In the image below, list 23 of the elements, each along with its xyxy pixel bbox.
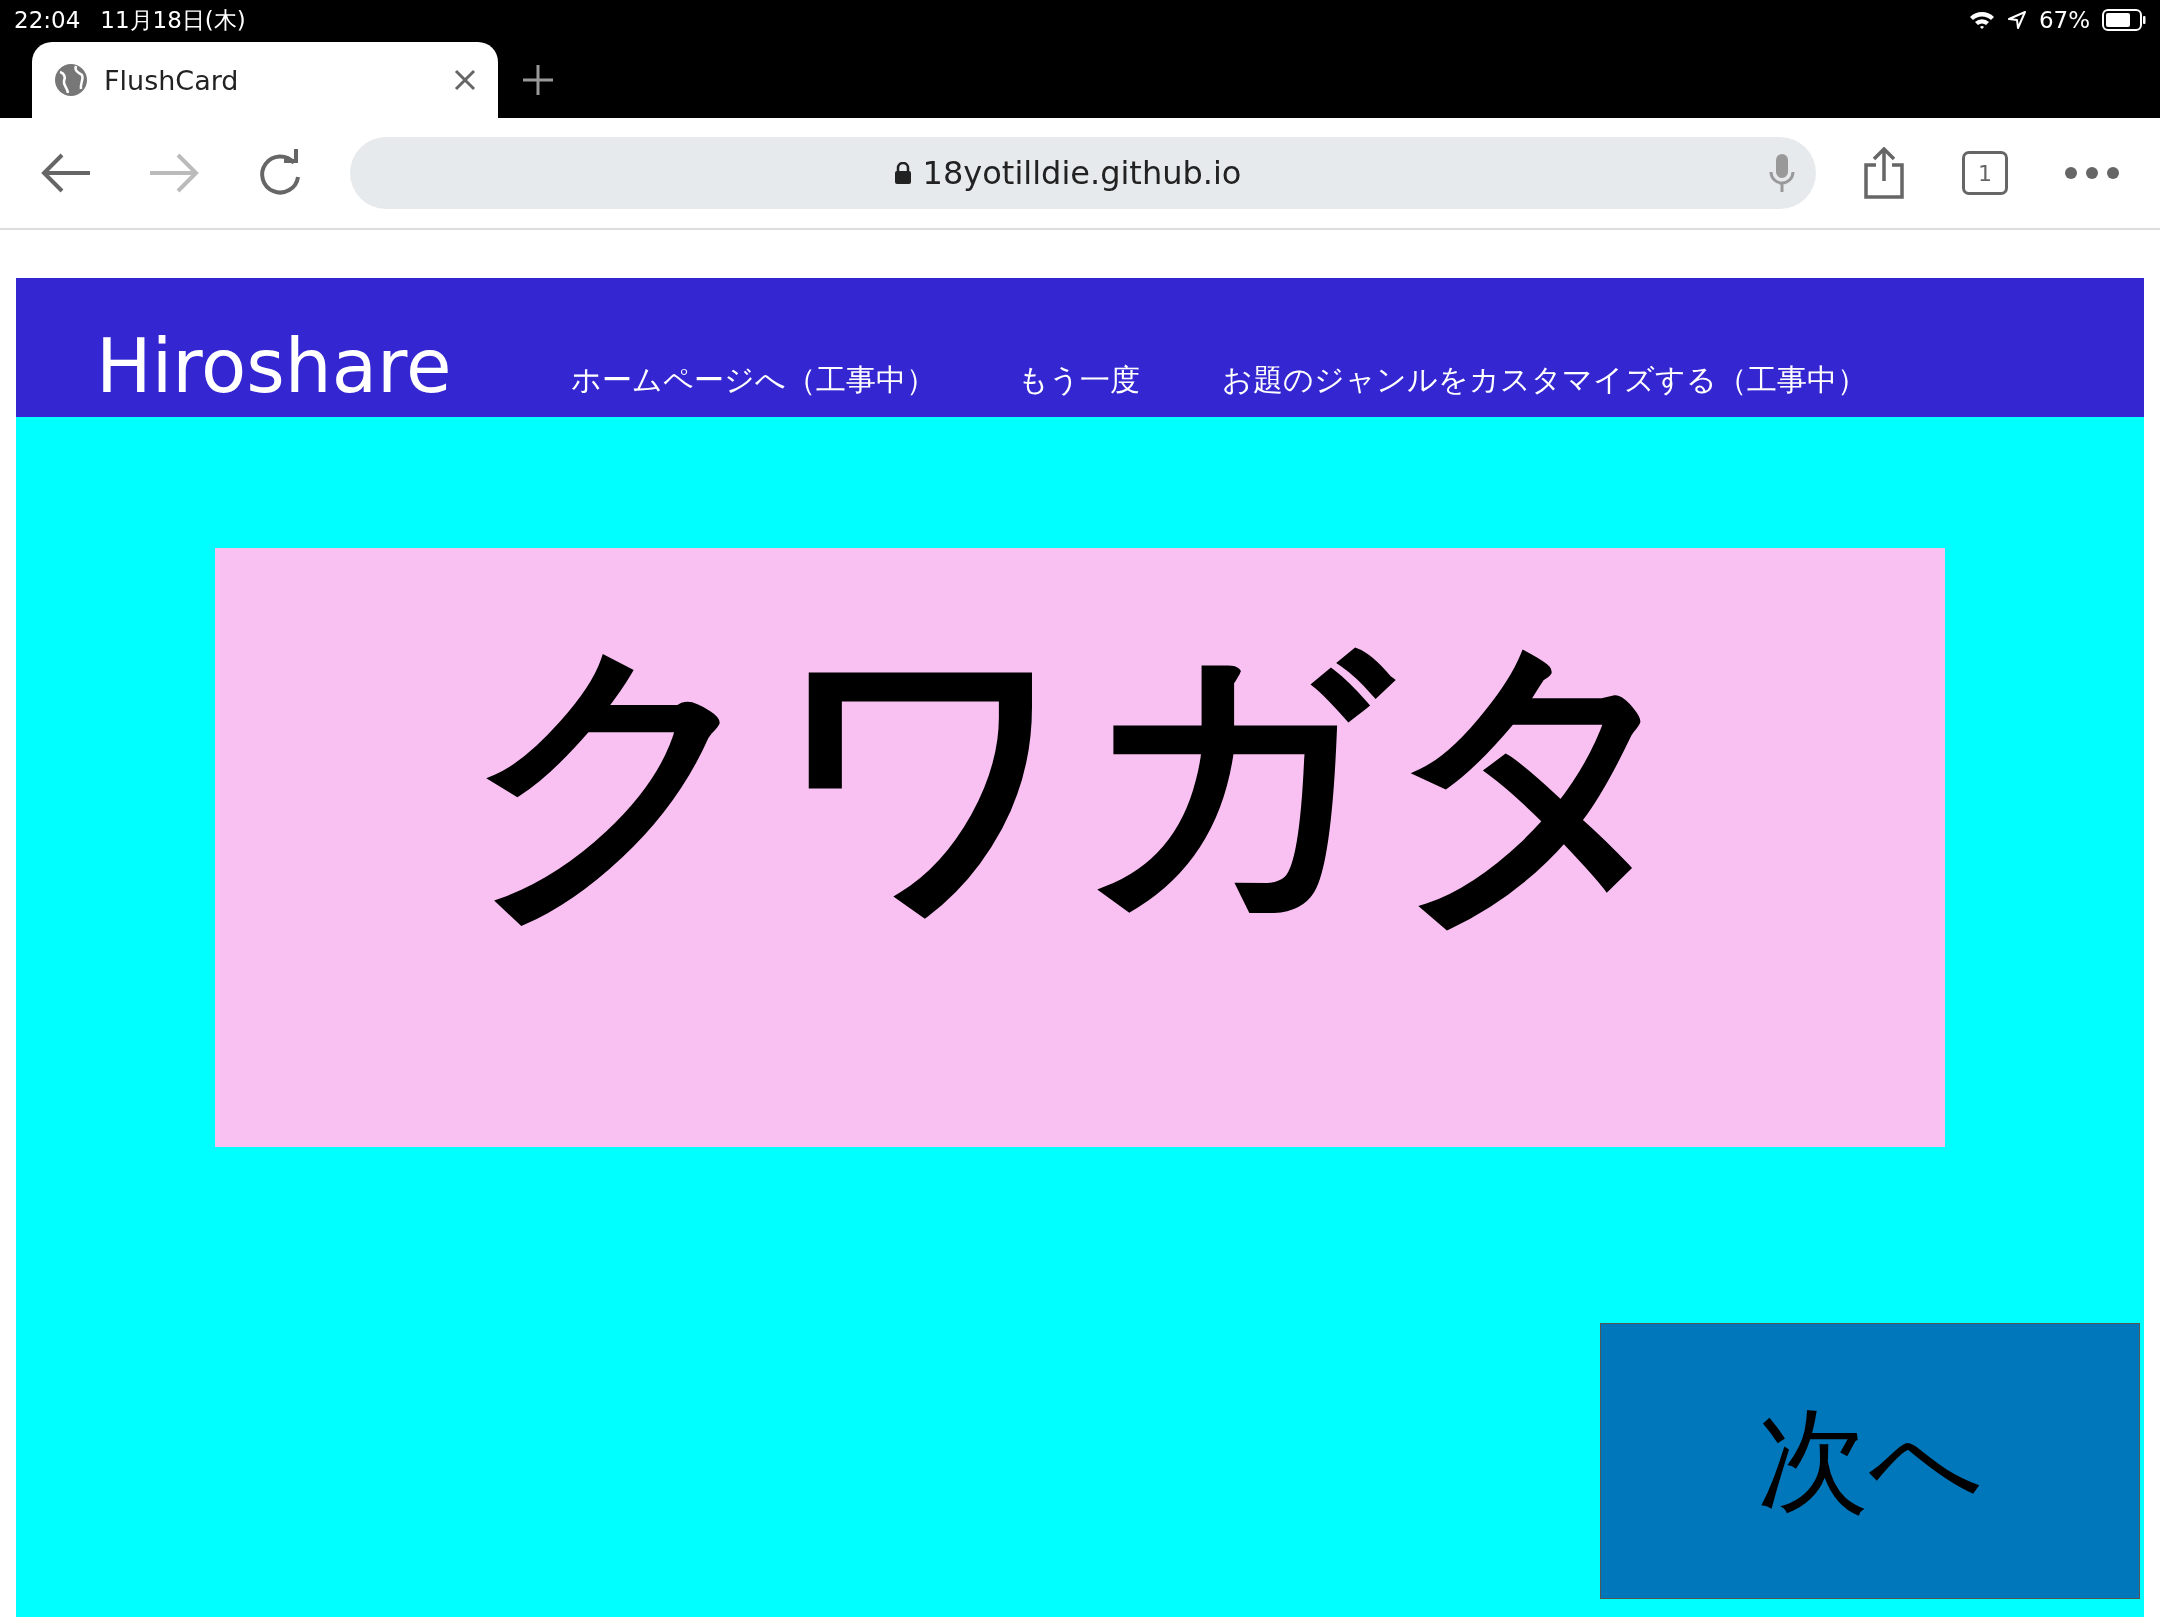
wifi-icon (1968, 10, 1995, 30)
status-date: 11月18日(木) (100, 5, 246, 35)
back-arrow-icon[interactable] (40, 151, 92, 195)
new-tab-plus-icon[interactable] (520, 62, 556, 98)
browser-tab[interactable]: FlushCard (32, 42, 498, 118)
location-arrow-icon (2006, 10, 2027, 30)
nav-link[interactable]: お題のジャンルをカスタマイズする（工事中） (1222, 330, 1868, 401)
nav-link[interactable]: もう一度 (1018, 330, 1141, 401)
nav-link[interactable]: ホームページへ（工事中） (571, 330, 937, 401)
tab-count-button[interactable]: 1 (1962, 151, 2008, 195)
site-brand[interactable]: Hiroshare (96, 322, 452, 409)
next-button[interactable]: 次へ (1600, 1323, 2140, 1599)
url-text: 18yotilldie.github.io (922, 154, 1242, 192)
lock-icon (894, 162, 911, 184)
battery-icon (2102, 9, 2146, 31)
share-icon[interactable] (1862, 147, 1906, 199)
address-bar[interactable]: 18yotilldie.github.io (350, 137, 1816, 209)
close-icon[interactable] (454, 69, 476, 91)
more-menu-icon[interactable] (2064, 166, 2120, 180)
battery-percentage: 67% (2038, 7, 2090, 33)
status-time: 22:04 (14, 7, 81, 33)
globe-icon (54, 63, 88, 97)
tab-title: FlushCard (104, 64, 239, 96)
